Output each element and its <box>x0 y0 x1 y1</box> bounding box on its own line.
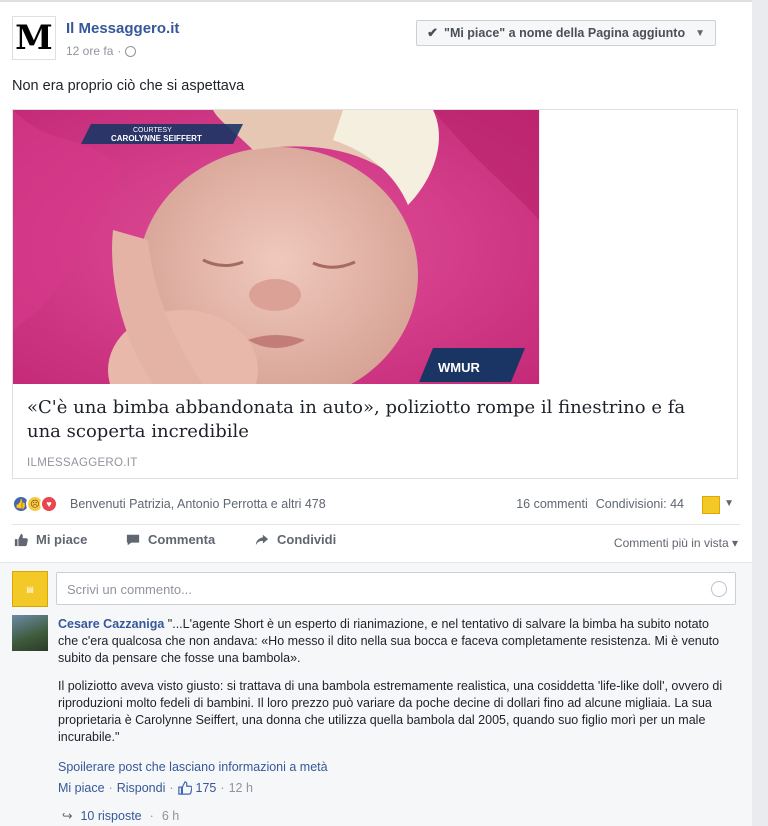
replies-time: 6 h <box>161 808 180 823</box>
like-as-page-label: "Mi piace" a nome della Pagina aggiunto <box>444 26 686 40</box>
share-button[interactable]: Condividi <box>255 532 336 547</box>
share-icon <box>255 534 269 545</box>
separator-dot: · <box>169 781 174 795</box>
share-label: Condividi <box>277 532 337 547</box>
wmur-logo: WMUR <box>438 360 480 375</box>
reactions-row: 👍 ☹ ♥ Benvenuti Patrizia, Antonio Perrot… <box>12 492 742 516</box>
comments-count-link[interactable]: 16 commenti <box>516 497 588 511</box>
comment-icon <box>126 534 140 545</box>
comment-body: Cesare Cazzaniga "...L'agente Short è un… <box>58 616 728 746</box>
comment-paragraph-1: Cesare Cazzaniga "...L'agente Short è un… <box>58 616 728 667</box>
reaction-icons[interactable]: 👍 ☹ ♥ <box>12 495 58 513</box>
separator-dot: · <box>108 781 113 795</box>
like-as-page-button[interactable]: ✔ "Mi piace" a nome della Pagina aggiunt… <box>416 20 716 46</box>
globe-icon <box>125 45 137 57</box>
reactions-names[interactable]: Benvenuti Patrizia, Antonio Perrotta e a… <box>70 497 326 511</box>
comment-button[interactable]: Commenta <box>126 532 215 547</box>
comment-actions: Mi piace · Rispondi · 175 · 12 h <box>58 781 253 795</box>
post-time[interactable]: 12 ore fa <box>66 44 113 58</box>
user-avatar[interactable]: ▤ <box>12 571 48 607</box>
thumbs-up-icon <box>14 533 28 546</box>
comments-section: ▤ Scrivi un commento... Cesare Cazzaniga… <box>0 562 752 826</box>
action-bar: Mi piace Commenta Condividi Commenti più… <box>12 532 742 554</box>
counts: 16 commenti Condivisioni: 44 <box>516 497 684 511</box>
replies-link[interactable]: 10 risposte <box>80 809 141 823</box>
comment-like-link[interactable]: Mi piace <box>58 781 105 795</box>
reply-arrow-icon: ↪ <box>62 809 73 823</box>
comment-time[interactable]: 12 h <box>229 781 253 795</box>
separator-dot: · <box>117 44 122 58</box>
comment-paragraph-2: Il poliziotto aveva visto giusto: si tra… <box>58 679 723 744</box>
post-card: M Il Messaggero.it 12 ore fa · ✔ "Mi pia… <box>0 0 752 826</box>
commenter-name[interactable]: Cesare Cazzaniga <box>58 617 164 631</box>
comment-placeholder: Scrivi un commento... <box>67 582 192 597</box>
post-text: Non era proprio ciò che si aspettava <box>12 78 245 94</box>
comment-sort-dropdown[interactable]: Commenti più in vista ▾ <box>614 536 738 550</box>
link-preview-image[interactable]: COURTESY CAROLYNNE SEIFFERT WMUR <box>13 110 539 384</box>
link-preview-card[interactable]: COURTESY CAROLYNNE SEIFFERT WMUR «C'è un… <box>12 109 738 479</box>
page-logo[interactable]: M <box>12 16 56 60</box>
divider <box>12 524 740 525</box>
love-reaction-icon: ♥ <box>40 495 58 513</box>
post-header: M Il Messaggero.it 12 ore fa · ✔ "Mi pia… <box>12 16 742 64</box>
comment-like-count[interactable]: 175 <box>196 781 217 795</box>
check-icon: ✔ <box>427 25 439 40</box>
chevron-down-icon: ▼ <box>695 27 705 39</box>
caret-down-icon: ▾ <box>731 536 738 550</box>
like-label: Mi piace <box>36 532 88 547</box>
separator-dot: · <box>149 808 154 823</box>
commenter-avatar[interactable] <box>12 615 48 651</box>
sort-label: Commenti più in vista <box>613 536 729 550</box>
overlay-courtesy: COURTESY <box>133 127 172 134</box>
like-button[interactable]: Mi piace <box>14 532 87 547</box>
shares-count-link[interactable]: Condivisioni: 44 <box>596 497 684 511</box>
page-name-link[interactable]: Il Messaggero.it <box>66 20 179 37</box>
chevron-down-icon[interactable]: ▼ <box>724 498 734 509</box>
link-title[interactable]: «C'è una bimba abbandonata in auto», pol… <box>27 396 717 444</box>
comment-label: Commenta <box>148 532 216 547</box>
baby-photo: COURTESY CAROLYNNE SEIFFERT WMUR <box>13 110 539 384</box>
replies-row[interactable]: ↪ 10 risposte · 6 h <box>62 808 180 824</box>
emoji-icon[interactable] <box>711 581 727 597</box>
link-domain: ILMESSAGGERO.IT <box>27 457 138 469</box>
thumbs-up-icon <box>177 781 192 795</box>
comment-input[interactable]: Scrivi un commento... <box>56 572 736 605</box>
comment-reply-link[interactable]: Rispondi <box>117 781 166 795</box>
image-whitespace <box>539 110 737 384</box>
separator-dot: · <box>220 781 225 795</box>
post-meta: 12 ore fa · <box>66 44 137 58</box>
comment-attached-link[interactable]: Spoilerare post che lasciano informazion… <box>58 760 328 774</box>
page-avatar-icon[interactable] <box>702 496 720 514</box>
overlay-name: CAROLYNNE SEIFFERT <box>111 134 202 143</box>
